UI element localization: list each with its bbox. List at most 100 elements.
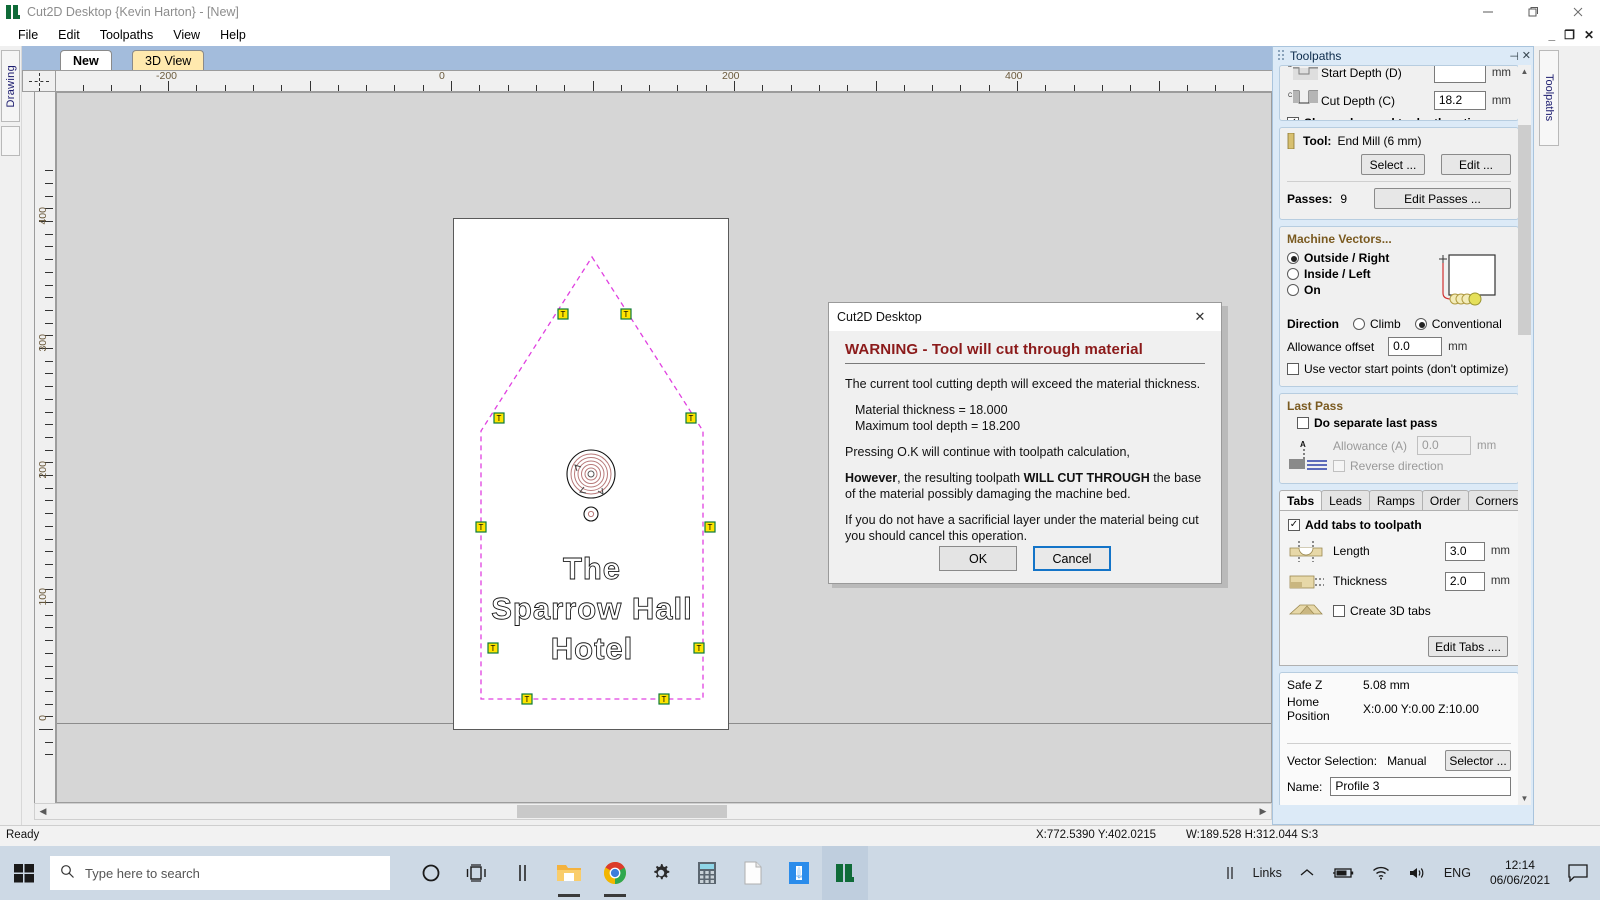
allowance-offset-input[interactable]: 0.0 bbox=[1388, 337, 1442, 356]
ruler-tick bbox=[45, 615, 53, 616]
task-view-icon[interactable] bbox=[454, 846, 500, 900]
edit-tabs-button[interactable]: Edit Tabs .... bbox=[1428, 636, 1508, 657]
dialog-cancel-button[interactable]: Cancel bbox=[1033, 546, 1111, 571]
vertical-tab-secondary[interactable] bbox=[1, 126, 20, 156]
language-indicator[interactable]: ENG bbox=[1435, 846, 1480, 900]
menu-file[interactable]: File bbox=[8, 26, 48, 44]
cortana-icon[interactable] bbox=[408, 846, 454, 900]
tab-tabs[interactable]: Tabs bbox=[1279, 490, 1322, 510]
cut2d-icon[interactable] bbox=[822, 846, 868, 900]
direction-label: Direction bbox=[1287, 317, 1339, 331]
settings-icon[interactable] bbox=[638, 846, 684, 900]
toolpaths-scrollbar-thumb[interactable] bbox=[1518, 125, 1531, 335]
tab-corners[interactable]: Corners bbox=[1468, 490, 1521, 510]
ruler-tick bbox=[847, 85, 848, 92]
dialog-close-icon[interactable]: ✕ bbox=[1179, 303, 1221, 331]
menu-bar: File Edit Toolpaths View Help _ ❐ ✕ bbox=[0, 24, 1600, 46]
ruler-tick bbox=[508, 85, 509, 92]
scroll-right-icon[interactable]: ▶ bbox=[1255, 804, 1271, 819]
tray-links-grip-icon[interactable] bbox=[1216, 846, 1244, 900]
action-center-icon[interactable] bbox=[1560, 846, 1596, 900]
cut-depth-input[interactable]: 18.2 bbox=[1434, 91, 1486, 110]
vertical-tab-drawing[interactable]: Drawing bbox=[1, 50, 20, 122]
scroll-up-icon[interactable]: ▲ bbox=[1518, 65, 1531, 78]
start-depth-label: Start Depth (D) bbox=[1321, 66, 1402, 80]
tab-order[interactable]: Order bbox=[1422, 490, 1469, 510]
radio-conventional[interactable] bbox=[1415, 318, 1427, 330]
taskbar-search-input[interactable]: Type here to search bbox=[50, 856, 390, 890]
radio-inside-left-label: Inside / Left bbox=[1304, 267, 1371, 281]
windows-taskbar: Type here to search bbox=[0, 846, 1600, 900]
scroll-down-icon[interactable]: ▼ bbox=[1518, 792, 1531, 805]
tab-length-icon bbox=[1288, 540, 1326, 562]
create-3d-tabs-checkbox[interactable] bbox=[1333, 605, 1345, 617]
tab-thickness-label: Thickness bbox=[1333, 574, 1387, 588]
tab-length-input[interactable]: 3.0 bbox=[1445, 542, 1485, 561]
maximize-icon[interactable] bbox=[1510, 0, 1555, 24]
wifi-icon[interactable] bbox=[1363, 846, 1399, 900]
vector-selector-button[interactable]: Selector ... bbox=[1445, 750, 1511, 771]
ruler-tick bbox=[45, 653, 53, 654]
file-explorer-icon[interactable] bbox=[546, 846, 592, 900]
vector-selection-label: Vector Selection: bbox=[1287, 754, 1377, 768]
toolpath-name-input[interactable]: Profile 3 bbox=[1330, 777, 1511, 796]
start-depth-input[interactable] bbox=[1434, 65, 1486, 83]
panel-grip-icon[interactable] bbox=[1276, 50, 1286, 62]
edit-tool-button[interactable]: Edit ... bbox=[1441, 154, 1511, 175]
calculator-icon[interactable] bbox=[684, 846, 730, 900]
menu-help[interactable]: Help bbox=[210, 26, 256, 44]
mdi-minimize-icon[interactable]: _ bbox=[1548, 29, 1555, 41]
show-advanced-checkbox[interactable]: ✓ bbox=[1287, 117, 1299, 121]
close-icon[interactable] bbox=[1555, 0, 1600, 24]
ruler-tick bbox=[423, 85, 424, 92]
canvas-horizontal-scrollbar[interactable]: ◀ ▶ bbox=[34, 803, 1272, 820]
ruler-tick bbox=[45, 361, 53, 362]
toolpaths-panel-scrollbar[interactable]: ▲ ▼ bbox=[1518, 65, 1531, 805]
radio-inside-left[interactable] bbox=[1287, 268, 1299, 280]
scrollbar-thumb[interactable] bbox=[517, 805, 727, 818]
menu-edit[interactable]: Edit bbox=[48, 26, 90, 44]
mdi-close-icon[interactable]: ✕ bbox=[1584, 29, 1594, 41]
pin-icon[interactable]: ⊣ bbox=[1509, 50, 1519, 63]
use-start-points-checkbox[interactable] bbox=[1287, 363, 1299, 375]
start-button-icon[interactable] bbox=[0, 846, 48, 900]
radio-on[interactable] bbox=[1287, 284, 1299, 296]
do-separate-last-pass-checkbox[interactable] bbox=[1297, 417, 1309, 429]
radio-outside-right[interactable] bbox=[1287, 252, 1299, 264]
pdf-reader-icon[interactable]: PDF bbox=[776, 846, 822, 900]
mdi-restore-icon[interactable]: ❐ bbox=[1564, 29, 1575, 41]
reverse-direction-checkbox[interactable] bbox=[1333, 460, 1345, 472]
tab-3d-view[interactable]: 3D View bbox=[132, 50, 204, 70]
minimize-icon[interactable] bbox=[1465, 0, 1510, 24]
panel-close-icon[interactable]: ✕ bbox=[1522, 49, 1531, 62]
create-3d-tabs-label: Create 3D tabs bbox=[1350, 604, 1431, 618]
dialog-ok-button[interactable]: OK bbox=[939, 546, 1017, 571]
svg-text:PDF: PDF bbox=[795, 874, 804, 879]
ruler-label: 400 bbox=[37, 207, 49, 225]
dialog-heading-rule bbox=[845, 363, 1205, 364]
ruler-origin-button[interactable] bbox=[22, 70, 56, 92]
document-icon[interactable] bbox=[730, 846, 776, 900]
widgets-icon[interactable] bbox=[500, 846, 546, 900]
menu-view[interactable]: View bbox=[163, 26, 210, 44]
last-pass-allowance-input[interactable]: 0.0 bbox=[1417, 436, 1471, 455]
tray-links-label[interactable]: Links bbox=[1244, 846, 1291, 900]
taskbar-clock[interactable]: 12:14 06/06/2021 bbox=[1480, 858, 1560, 888]
tab-ramps[interactable]: Ramps bbox=[1369, 490, 1423, 510]
tab-leads[interactable]: Leads bbox=[1321, 490, 1370, 510]
add-tabs-checkbox[interactable]: ✓ bbox=[1288, 519, 1300, 531]
radio-on-label: On bbox=[1304, 283, 1321, 297]
radio-climb[interactable] bbox=[1353, 318, 1365, 330]
menu-toolpaths[interactable]: Toolpaths bbox=[90, 26, 164, 44]
battery-icon[interactable] bbox=[1323, 846, 1363, 900]
ruler-tick bbox=[791, 85, 792, 92]
select-tool-button[interactable]: Select ... bbox=[1361, 154, 1425, 175]
tab-new[interactable]: New bbox=[60, 50, 112, 70]
edit-passes-button[interactable]: Edit Passes ... bbox=[1374, 188, 1511, 209]
scroll-left-icon[interactable]: ◀ bbox=[35, 804, 51, 819]
show-hidden-icons-chevron-icon[interactable] bbox=[1291, 846, 1323, 900]
volume-icon[interactable] bbox=[1399, 846, 1435, 900]
vertical-tab-toolpaths[interactable]: Toolpaths bbox=[1539, 50, 1559, 146]
tab-thickness-input[interactable]: 2.0 bbox=[1445, 572, 1485, 591]
chrome-icon[interactable] bbox=[592, 846, 638, 900]
